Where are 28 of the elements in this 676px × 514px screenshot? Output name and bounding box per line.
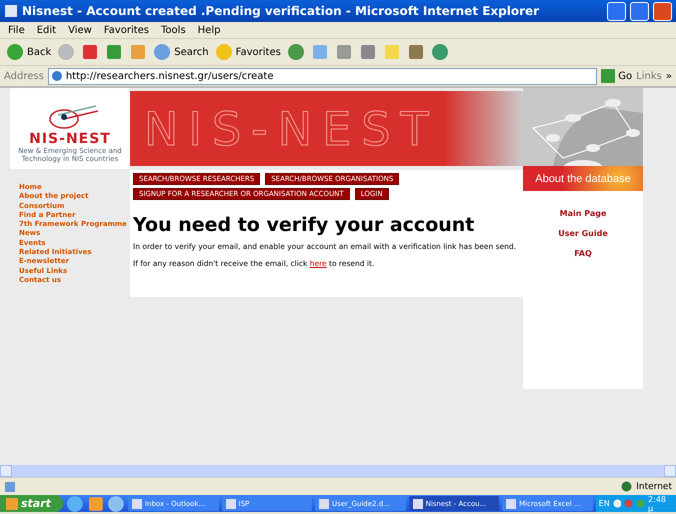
back-button[interactable]: Back: [6, 43, 52, 61]
links-button[interactable]: Links: [636, 70, 662, 82]
window-title: Nisnest - Account created .Pending verification - Microsoft Internet Explorer: [22, 4, 540, 18]
section-header: About the database: [523, 166, 643, 191]
menu-item[interactable]: Tools: [161, 24, 186, 36]
search-button[interactable]: Search: [153, 43, 209, 61]
start-button[interactable]: start: [0, 495, 63, 512]
menu-item[interactable]: Favorites: [104, 24, 150, 36]
zone-label: Internet: [636, 482, 672, 492]
sidebar-link[interactable]: FAQ: [574, 249, 592, 258]
restore-button[interactable]: [630, 2, 649, 20]
header-banner: NIS-NEST: [130, 91, 523, 166]
minimize-button[interactable]: [607, 2, 626, 20]
go-button[interactable]: Go: [601, 69, 632, 83]
clock: 2:48 μ: [648, 494, 668, 512]
chevron-icon[interactable]: »: [666, 70, 672, 82]
horizontal-scrollbar[interactable]: [0, 465, 676, 477]
page-heading: You need to verify your account: [133, 214, 476, 236]
favorites-button[interactable]: Favorites: [214, 43, 281, 61]
sidebar-link[interactable]: User Guide: [558, 229, 608, 238]
menu-item[interactable]: Edit: [36, 24, 56, 36]
menu-item[interactable]: View: [68, 24, 92, 36]
address-field[interactable]: http://researchers.nisnest.gr/users/create: [48, 68, 598, 84]
menu-item[interactable]: Help: [198, 24, 220, 36]
close-button[interactable]: [653, 2, 672, 20]
sidebar-link[interactable]: Main Page: [560, 209, 606, 218]
address-label: Address: [4, 70, 44, 82]
menu-item[interactable]: File: [8, 24, 25, 36]
